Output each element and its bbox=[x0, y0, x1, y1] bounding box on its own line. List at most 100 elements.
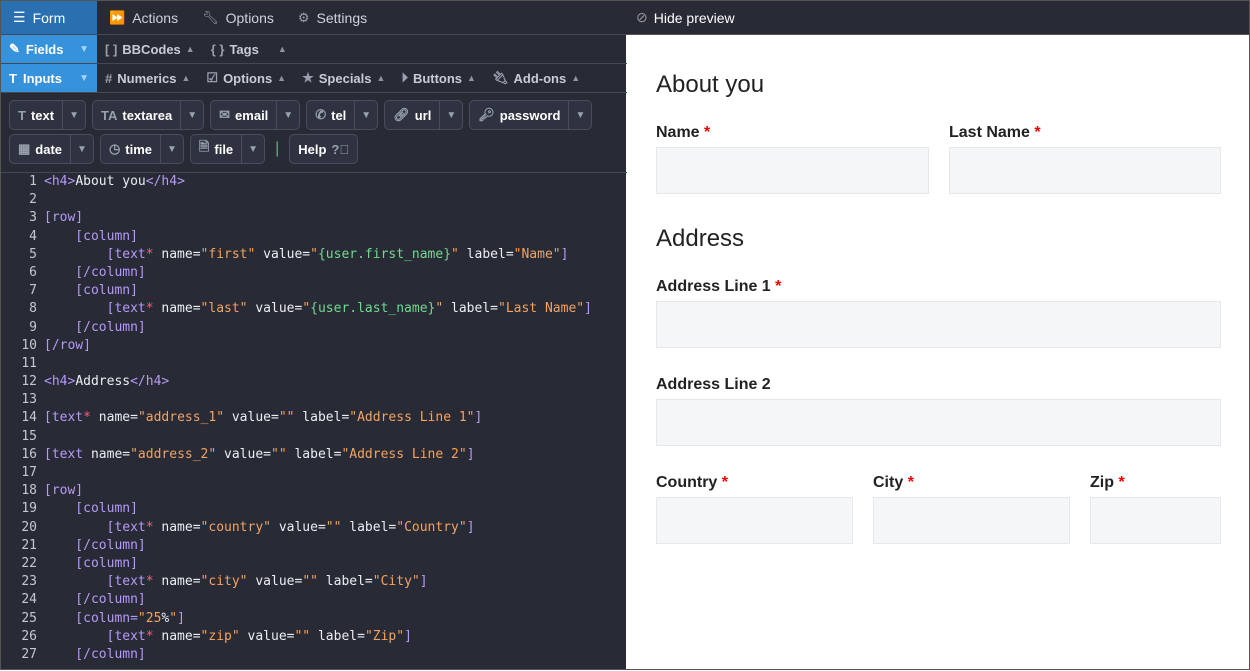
numerics-menu[interactable]: # Numerics ▲ bbox=[97, 71, 198, 86]
code-token: name= bbox=[83, 446, 131, 462]
label-zip: Zip * bbox=[1090, 474, 1125, 491]
code-token: [/row] bbox=[44, 337, 91, 353]
code-token: value= bbox=[255, 246, 311, 262]
code-token: [column] bbox=[44, 555, 138, 571]
code-token: [column] bbox=[44, 283, 138, 299]
date-button[interactable]: ▦ date ▼ bbox=[9, 134, 94, 164]
code-token: label= bbox=[341, 519, 397, 535]
code-line: 8 [text * name= "last" value= " {user.last_n… bbox=[1, 300, 627, 318]
help-button[interactable]: Help ?⃝ bbox=[289, 134, 359, 164]
line-number: 26 bbox=[21, 628, 37, 644]
inputs-dropdown[interactable]: T Inputs ▼ bbox=[1, 64, 97, 92]
star-icon: ★ bbox=[302, 70, 314, 85]
caret-down-icon[interactable]: ▼ bbox=[70, 135, 93, 163]
line-number: 13 bbox=[21, 392, 37, 408]
label-name: Name * bbox=[656, 124, 711, 141]
line-number: 4 bbox=[29, 228, 37, 244]
time-button[interactable]: ◷ time ▼ bbox=[99, 134, 184, 164]
code-token: "" bbox=[278, 410, 295, 426]
password-button[interactable]: 🔑︎ password ▼ bbox=[469, 100, 593, 130]
code-token: Address bbox=[75, 374, 131, 390]
code-line: 15 bbox=[1, 428, 627, 446]
caret-down-icon[interactable]: ▼ bbox=[568, 101, 591, 129]
code-token: "" bbox=[271, 446, 287, 462]
caret-down-icon[interactable]: ▼ bbox=[439, 101, 462, 129]
editor-panel: ☰ Form ⏩ Actions 🔧︎ Options ⚙ Settings ✎ Fiel… bbox=[0, 0, 627, 671]
code-token: ] bbox=[177, 610, 185, 626]
text-button[interactable]: Ttext ▼ bbox=[9, 100, 86, 130]
code-token: label= bbox=[310, 628, 365, 644]
code-token: [column] bbox=[44, 228, 138, 244]
bbcodes-menu[interactable]: [ ] BBCodes ▲ bbox=[97, 42, 203, 57]
code-token: " bbox=[302, 301, 311, 317]
question-circle-icon: ?⃝ bbox=[331, 141, 350, 157]
label-country: Country * bbox=[656, 474, 729, 491]
tab-form[interactable]: ☰ Form bbox=[1, 1, 97, 34]
specials-menu[interactable]: ★ Specials ▲ bbox=[294, 70, 393, 86]
code-line: 3 [row] bbox=[1, 209, 627, 227]
code-token: value= bbox=[239, 628, 295, 644]
caret-down-icon: ▼ bbox=[79, 72, 89, 84]
caret-down-icon[interactable]: ▼ bbox=[276, 101, 299, 129]
file-button[interactable]: 🗎︎ file ▼ bbox=[189, 134, 266, 164]
code-token: name= bbox=[153, 574, 201, 590]
caret-down-icon[interactable]: ▼ bbox=[180, 101, 203, 129]
code-token: "" bbox=[294, 628, 311, 644]
url-button[interactable]: 🔗︎ url ▼ bbox=[384, 100, 464, 130]
last-name-input[interactable] bbox=[949, 147, 1221, 194]
tags-menu[interactable]: { } Tags ▲ bbox=[203, 42, 295, 57]
caret-down-icon[interactable]: ▼ bbox=[354, 101, 377, 129]
caret-down-icon[interactable]: ▼ bbox=[241, 135, 264, 163]
caret-up-icon: ▲ bbox=[185, 44, 195, 54]
email-button[interactable]: ✉ email ▼ bbox=[210, 100, 301, 130]
caret-down-icon: ▼ bbox=[79, 43, 89, 55]
code-token: "address_1" bbox=[137, 410, 225, 426]
code-line: 4 [column] bbox=[1, 228, 627, 246]
code-token: "Zip" bbox=[364, 628, 405, 644]
code-token: ] bbox=[474, 410, 483, 426]
code-token: label= bbox=[458, 246, 514, 262]
preview-toggle[interactable]: ⊘ Hide preview bbox=[626, 1, 1249, 35]
code-token: [/column] bbox=[44, 264, 146, 280]
code-line: 12 <h4> Address </h4> bbox=[1, 373, 627, 391]
code-editor[interactable]: 1 <h4> About you </h4> 2 3 [row] 4 [column] 5 [t… bbox=[1, 172, 627, 671]
code-token: label= bbox=[443, 301, 498, 317]
options-menu[interactable]: ☑ Options ▲ bbox=[198, 70, 294, 86]
code-token: [text bbox=[44, 410, 84, 426]
code-token: [/column] bbox=[44, 537, 146, 553]
buttons-menu[interactable]: ⏵ Buttons ▲ bbox=[393, 70, 484, 86]
tel-button[interactable]: ✆ tel ▼ bbox=[306, 100, 379, 130]
caret-down-icon[interactable]: ▼ bbox=[62, 101, 85, 129]
code-token: " bbox=[451, 246, 459, 262]
code-line: 2 bbox=[1, 191, 627, 209]
line-number: 23 bbox=[21, 574, 37, 590]
code-line: 22 [column] bbox=[1, 555, 627, 573]
text-icon: T bbox=[18, 107, 26, 123]
code-token: ] bbox=[466, 519, 475, 535]
tab-options[interactable]: 🔧︎ Options bbox=[190, 1, 286, 34]
address-1-input[interactable] bbox=[656, 301, 1221, 348]
code-token: <h4> bbox=[44, 374, 76, 390]
fields-dropdown[interactable]: ✎ Fields ▼ bbox=[1, 35, 97, 63]
code-line: 21 [/column] bbox=[1, 537, 627, 555]
label-address-2: Address Line 2 bbox=[656, 376, 771, 393]
code-token: [/column] bbox=[44, 646, 146, 662]
textarea-button[interactable]: TA textarea ▼ bbox=[91, 100, 205, 130]
city-input[interactable] bbox=[873, 497, 1070, 544]
code-token: ] bbox=[404, 628, 412, 644]
name-input[interactable] bbox=[656, 147, 929, 194]
code-token: value= bbox=[247, 301, 303, 317]
caret-down-icon[interactable]: ▼ bbox=[160, 135, 183, 163]
line-number: 21 bbox=[21, 537, 37, 553]
zip-input[interactable] bbox=[1090, 497, 1221, 544]
address-2-input[interactable] bbox=[656, 399, 1221, 446]
tab-actions[interactable]: ⏩ Actions bbox=[97, 1, 190, 34]
tab-settings[interactable]: ⚙ Settings bbox=[286, 1, 379, 34]
checkbox-icon: ☑ bbox=[206, 70, 219, 85]
addons-menu[interactable]: 🔌︎ Add-ons ▲ bbox=[484, 70, 588, 86]
brackets-icon: [ ] bbox=[105, 41, 118, 57]
eye-slash-icon: ⊘ bbox=[636, 9, 648, 25]
line-number: 18 bbox=[21, 483, 37, 499]
country-input[interactable] bbox=[656, 497, 853, 544]
fast-forward-icon: ⏩ bbox=[109, 9, 126, 25]
